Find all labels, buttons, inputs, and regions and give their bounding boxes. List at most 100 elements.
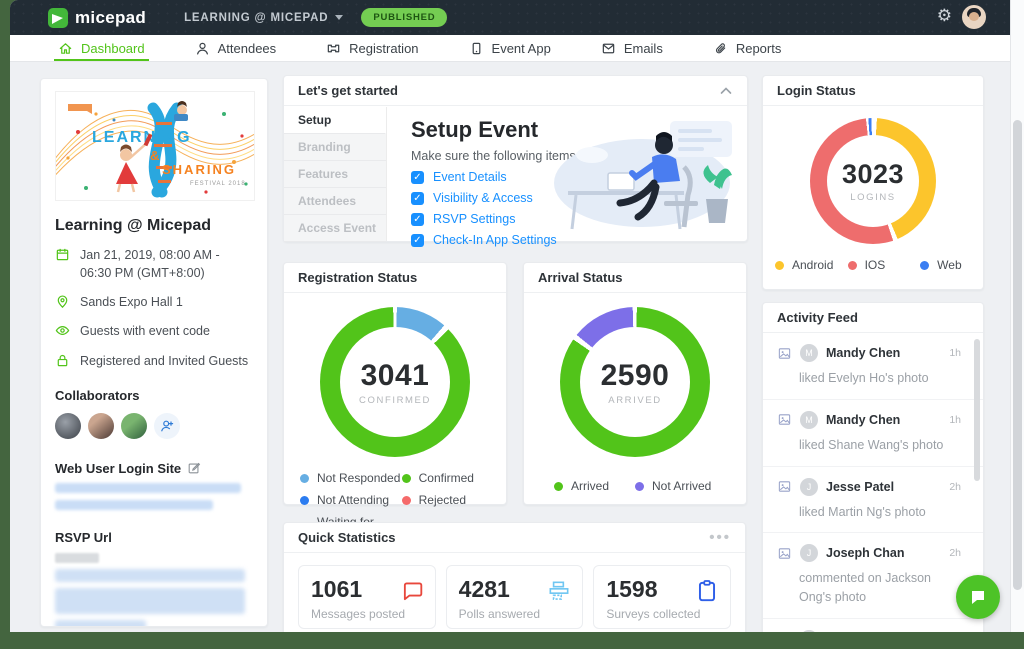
quick-statistics-title: Quick Statistics xyxy=(298,530,396,545)
legend-rejected: Rejected xyxy=(402,493,490,507)
registration-count: 3041 xyxy=(361,359,430,393)
collaborator-avatar[interactable] xyxy=(55,413,81,439)
tab-registration[interactable]: Registration xyxy=(322,35,422,61)
stat-surveys-collected: 1598Surveys collected xyxy=(593,565,731,629)
photo-icon xyxy=(777,479,792,494)
tab-emails[interactable]: Emails xyxy=(597,35,667,61)
chevron-down-icon xyxy=(335,15,343,20)
event-selector[interactable]: LEARNING @ MICEPAD xyxy=(184,12,343,24)
feed-scrollbar[interactable] xyxy=(974,339,980,481)
app-header: micepad LEARNING @ MICEPAD PUBLISHED ⚙ xyxy=(10,0,1024,35)
event-detail-calendar: Jan 21, 2019, 08:00 AM - 06:30 PM (GMT+8… xyxy=(55,246,253,282)
setup-tab-attendees[interactable]: Attendees xyxy=(284,188,386,215)
get-started-panel: Let's get started SetupBrandingFeaturesA… xyxy=(283,75,748,242)
web-login-label: Web User Login Site xyxy=(55,461,181,476)
tab-event-app[interactable]: Event App xyxy=(465,35,555,61)
chevron-up-icon[interactable] xyxy=(719,84,733,98)
chat-icon xyxy=(399,578,425,604)
photo-icon xyxy=(777,546,792,561)
eye-icon xyxy=(55,323,70,338)
phone-icon xyxy=(469,41,484,56)
feed-item[interactable]: SSimone Lee3hposted a new photo at Day 2… xyxy=(763,619,983,632)
event-detail-eye: Guests with event code xyxy=(55,322,253,340)
page-scrollbar-thumb[interactable] xyxy=(1013,120,1022,590)
checked-checkbox-icon[interactable]: ✓ xyxy=(411,213,424,226)
svg-text:LEARNING: LEARNING xyxy=(92,129,192,146)
page-scrollbar[interactable] xyxy=(1010,0,1024,632)
login-count: 3023 xyxy=(842,159,904,190)
login-status-title: Login Status xyxy=(777,83,856,98)
arrival-count: 2590 xyxy=(601,359,670,393)
registration-status-panel: Registration Status 3041 CONFIRMED Not R… xyxy=(283,262,507,505)
rsvp-url-redacted[interactable] xyxy=(55,569,245,582)
setup-illustration xyxy=(552,115,737,233)
event-banner-image: LEARNING & SHARING FESTIVAL 2018 xyxy=(55,91,255,201)
collaborator-avatar[interactable] xyxy=(88,413,114,439)
legend-web: Web xyxy=(920,258,971,272)
rsvp-url-redacted[interactable] xyxy=(55,620,146,627)
svg-text:SHARING: SHARING xyxy=(162,162,236,177)
login-donut-chart: 3023 LOGINS xyxy=(810,118,936,244)
web-login-label-row: Web User Login Site xyxy=(55,461,253,476)
legend-dot-icon xyxy=(775,261,784,270)
setup-tab-features[interactable]: Features xyxy=(284,161,386,188)
checked-checkbox-icon[interactable]: ✓ xyxy=(411,234,424,247)
chat-fab-button[interactable] xyxy=(956,575,1000,619)
legend-dot-icon xyxy=(402,474,411,483)
web-login-url-redacted[interactable] xyxy=(55,483,241,493)
edit-icon[interactable] xyxy=(187,461,201,475)
calendar-icon xyxy=(55,247,70,262)
setup-tab-branding[interactable]: Branding xyxy=(284,134,386,161)
feed-avatar: M xyxy=(800,411,818,429)
micepad-logo-icon xyxy=(48,8,68,28)
add-collaborator-button[interactable] xyxy=(154,413,180,439)
event-detail-lock: Registered and Invited Guests xyxy=(55,352,253,370)
rsvp-url-label: RSVP Url xyxy=(55,530,112,545)
feed-avatar: M xyxy=(800,344,818,362)
legend-dot-icon xyxy=(554,482,563,491)
browser-window: micepad LEARNING @ MICEPAD PUBLISHED ⚙ D… xyxy=(10,0,1024,632)
poll-icon xyxy=(546,578,572,604)
desktop-background xyxy=(0,632,1024,649)
legend-not-arrived: Not Arrived xyxy=(635,479,716,493)
lock-icon xyxy=(55,353,70,368)
feed-item[interactable]: JJoseph Chan2hcommented on Jackson Ong's… xyxy=(763,533,983,619)
checked-checkbox-icon[interactable]: ✓ xyxy=(411,192,424,205)
collaborator-avatar[interactable] xyxy=(121,413,147,439)
arrival-count-label: ARRIVED xyxy=(608,395,661,406)
setup-tab-setup[interactable]: Setup xyxy=(284,107,386,134)
registration-count-label: CONFIRMED xyxy=(359,395,431,406)
photo-icon xyxy=(777,346,792,361)
activity-feed-panel: Activity Feed MMandy Chen1hliked Evelyn … xyxy=(762,302,984,632)
legend-dot-icon xyxy=(848,261,857,270)
legend-dot-icon xyxy=(300,496,309,505)
svg-text:&: & xyxy=(150,148,159,163)
web-login-url-redacted[interactable] xyxy=(55,500,213,510)
event-selector-label: LEARNING @ MICEPAD xyxy=(184,12,328,24)
arrival-status-panel: Arrival Status 2590 ARRIVED ArrivedNot A… xyxy=(523,262,747,505)
checked-checkbox-icon[interactable]: ✓ xyxy=(411,171,424,184)
feed-item[interactable]: JJesse Patel2hliked Martin Ng's photo xyxy=(763,467,983,534)
gear-icon[interactable]: ⚙ xyxy=(937,6,952,26)
svg-text:FESTIVAL 2018: FESTIVAL 2018 xyxy=(190,181,246,187)
tab-reports[interactable]: Reports xyxy=(709,35,786,61)
tab-attendees[interactable]: Attendees xyxy=(191,35,281,61)
feed-item[interactable]: MMandy Chen1hliked Shane Wang's photo xyxy=(763,400,983,467)
legend-dot-icon xyxy=(635,482,644,491)
clip-icon xyxy=(713,41,728,56)
checklist-item-check-in-app-settings[interactable]: ✓Check-In App Settings xyxy=(411,233,747,247)
login-status-panel: Login Status 3023 LOGINS AndroidIOSWeb xyxy=(762,75,984,290)
legend-not-responded: Not Responded xyxy=(300,471,402,485)
legend-arrived: Arrived xyxy=(554,479,635,493)
legend-ios: IOS xyxy=(848,258,921,272)
tab-dashboard[interactable]: Dashboard xyxy=(54,35,149,61)
feed-item[interactable]: MMandy Chen1hliked Evelyn Ho's photo xyxy=(763,333,983,400)
user-avatar[interactable] xyxy=(962,5,986,29)
rsvp-url-redacted[interactable] xyxy=(55,588,245,614)
main-nav: Dashboard Attendees Registration Event App E… xyxy=(10,35,1024,62)
get-started-header: Let's get started xyxy=(284,76,747,106)
legend-not-attending: Not Attending xyxy=(300,493,402,507)
setup-tab-access-event[interactable]: Access Event xyxy=(284,215,386,242)
micepad-logo[interactable]: micepad xyxy=(48,8,146,28)
more-options-icon[interactable]: ••• xyxy=(709,529,731,546)
